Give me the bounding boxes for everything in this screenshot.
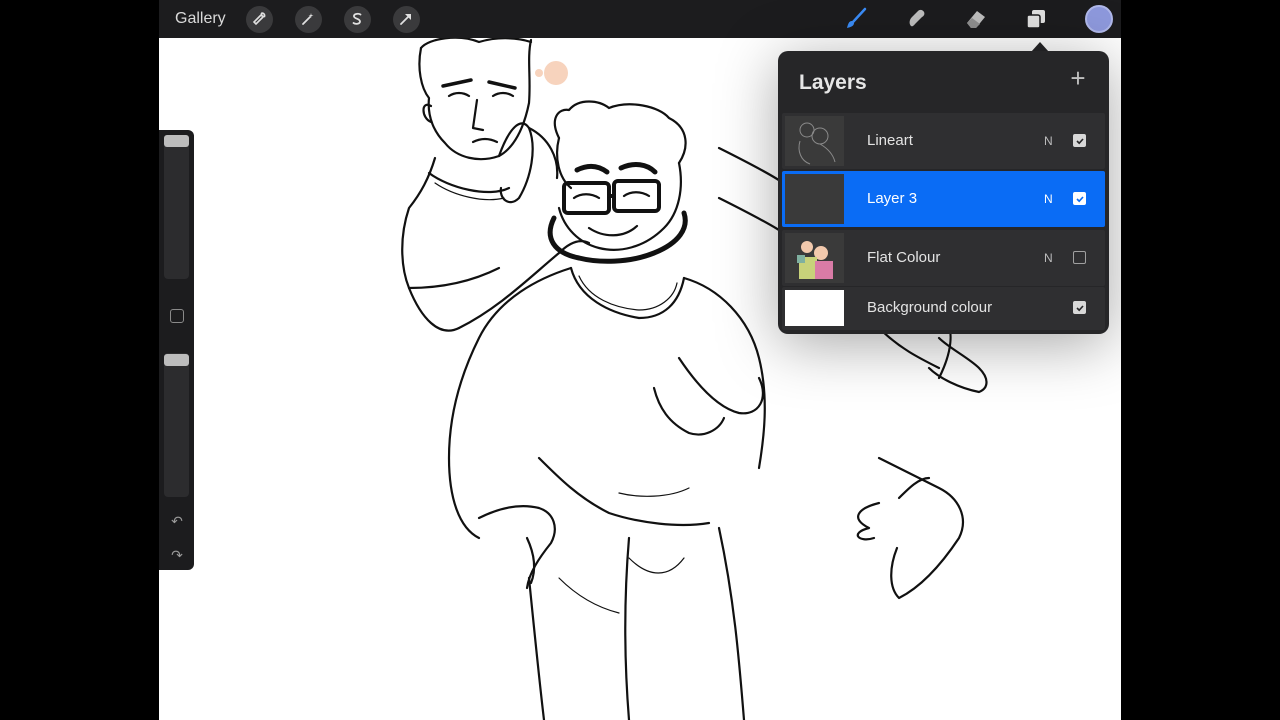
- layer-name: Flat Colour: [867, 249, 941, 266]
- layer-name: Background colour: [867, 299, 993, 316]
- eraser-icon[interactable]: [961, 4, 991, 34]
- undo-icon[interactable]: ↶: [169, 513, 185, 529]
- layers-panel: Layers + Lineart N Layer 3 N Flat Colour…: [778, 51, 1109, 334]
- blend-mode[interactable]: N: [1044, 192, 1053, 206]
- layer-thumbnail: [785, 174, 844, 224]
- visibility-checkbox[interactable]: [1073, 301, 1086, 314]
- wrench-icon[interactable]: [245, 5, 273, 33]
- top-toolbar: Gallery: [159, 0, 1121, 38]
- color-picker-swatch[interactable]: [1085, 5, 1113, 33]
- modify-button[interactable]: [170, 309, 184, 323]
- gallery-button[interactable]: Gallery: [175, 10, 226, 28]
- brush-icon[interactable]: [841, 4, 871, 34]
- visibility-checkbox[interactable]: [1073, 192, 1086, 205]
- procreate-app: Gallery ↶ ↷ Layers + Lineart N Layer 3 N…: [159, 0, 1121, 720]
- layer-row-background-colour[interactable]: Background colour: [782, 287, 1105, 330]
- brush-size-slider[interactable]: [164, 135, 189, 279]
- opacity-slider[interactable]: [164, 353, 189, 497]
- layer-row-lineart[interactable]: Lineart N: [782, 113, 1105, 169]
- transform-arrow-icon[interactable]: [392, 5, 420, 33]
- brush-size-thumb[interactable]: [164, 135, 189, 147]
- redo-icon[interactable]: ↷: [169, 547, 185, 563]
- left-sidebar: ↶ ↷: [159, 130, 194, 570]
- visibility-checkbox[interactable]: [1073, 134, 1086, 147]
- layer-name: Layer 3: [867, 190, 918, 207]
- selection-s-icon[interactable]: [343, 5, 371, 33]
- layer-name: Lineart: [867, 132, 913, 149]
- layer-thumbnail: [785, 233, 844, 283]
- layers-title: Layers: [799, 71, 867, 94]
- smudge-icon[interactable]: [901, 4, 931, 34]
- blend-mode[interactable]: N: [1044, 134, 1053, 148]
- visibility-checkbox[interactable]: [1073, 251, 1086, 264]
- layer-row-flat-colour[interactable]: Flat Colour N: [782, 230, 1105, 286]
- layer-thumbnail: [785, 116, 844, 166]
- blend-mode[interactable]: N: [1044, 251, 1053, 265]
- add-layer-button[interactable]: +: [1067, 65, 1089, 91]
- magic-wand-icon[interactable]: [294, 5, 322, 33]
- right-tool-group: [811, 0, 1121, 38]
- layer-thumbnail: [785, 290, 844, 326]
- layer-row-layer-3[interactable]: Layer 3 N: [782, 171, 1105, 227]
- layers-icon[interactable]: [1021, 4, 1051, 34]
- opacity-thumb[interactable]: [164, 354, 189, 366]
